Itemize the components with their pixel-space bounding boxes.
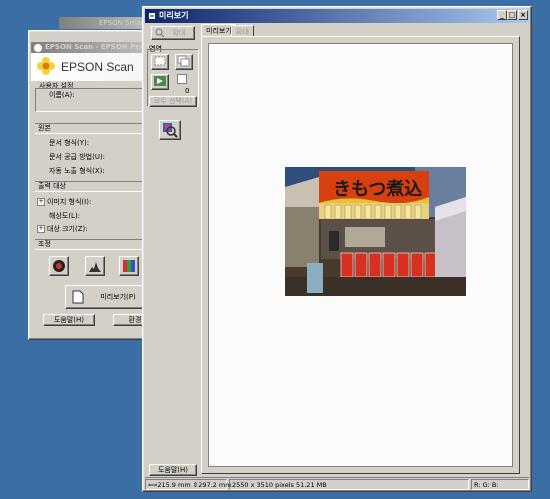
marquee-checkbox[interactable]	[177, 74, 187, 84]
magnifier-icon	[155, 28, 165, 38]
expand-icon[interactable]: +	[37, 198, 45, 206]
preview-window: 미리보기 _ □ × 확대 영역 0 모두 선택(A) 도움말(H) 미리보기	[142, 6, 532, 492]
logo-text: EPSON Scan	[61, 60, 134, 74]
resolution-label: 해상도(L):	[49, 212, 81, 220]
status-dimensions: ⟺215.9 mm ⇕297.2 mm	[145, 479, 232, 490]
image-type-row[interactable]: + 이미지 형식(I):	[37, 197, 91, 207]
expand-icon[interactable]: +	[37, 225, 45, 233]
epson-scan-window: EPSON Smart Pa EPSON Scan - EPSON Perfe …	[28, 17, 158, 340]
preview-help-button[interactable]: 도움말(H)	[149, 464, 197, 476]
marquee-button[interactable]	[151, 54, 169, 70]
select-all-button[interactable]: 모두 선택(A)	[149, 96, 197, 107]
desktop: { "scan_window": { "behind_title": "EPSO…	[0, 0, 550, 499]
status-bar: ⟺215.9 mm ⇕297.2 mm 2550 x 3510 pixels 5…	[145, 477, 529, 491]
histogram-icon	[89, 262, 101, 272]
auto-exposure-label: 자동 노출 형식(X):	[49, 167, 105, 175]
color-wheel-icon	[53, 260, 65, 272]
original-section-header: 원본	[35, 123, 151, 134]
name-label: 이름(A):	[49, 91, 75, 99]
marquee-icon	[154, 56, 166, 66]
auto-locate-button[interactable]	[151, 74, 169, 90]
copy-marquee-icon	[177, 55, 190, 67]
document-icon	[72, 290, 84, 304]
width-icon: ⟺	[148, 481, 158, 489]
app-icon	[34, 44, 42, 52]
histogram-button[interactable]	[85, 256, 105, 276]
scan-window-titlebar[interactable]: EPSON Scan - EPSON Perfe	[31, 42, 155, 53]
color-adjust-button[interactable]	[49, 256, 69, 276]
auto-locate-icon	[154, 76, 166, 86]
image-adjust-button[interactable]	[159, 120, 181, 140]
tone-curve-icon	[123, 260, 135, 272]
epson-logo-banner: EPSON Scan	[31, 53, 157, 81]
preview-titlebar[interactable]: 미리보기 _ □ ×	[145, 9, 529, 23]
color-magnifier-icon	[163, 123, 178, 138]
marquee-count: 0	[185, 87, 190, 95]
maximize-button[interactable]: □	[507, 10, 517, 20]
zoom-button[interactable]: 확대	[151, 26, 195, 40]
doc-type-label: 문서 형식(Y):	[49, 139, 90, 147]
doc-source-label: 문서 공급 방법(U):	[49, 153, 106, 161]
banner-text: きもつ煮込	[333, 178, 422, 200]
target-size-row[interactable]: + 대상 크기(Z):	[37, 224, 88, 234]
close-button[interactable]: ×	[518, 10, 528, 20]
status-pixels: 2550 x 3510 pixels 51.21 MB	[229, 479, 469, 490]
adjust-section-header: 조정	[35, 239, 151, 250]
minimize-button[interactable]: _	[497, 10, 507, 20]
app-icon	[149, 13, 155, 19]
preview-panel: きもつ煮込	[201, 36, 520, 474]
scan-help-button[interactable]: 도움말(H)	[43, 314, 95, 326]
output-section-header: 출력 대상	[35, 181, 151, 192]
tone-correction-button[interactable]	[119, 256, 139, 276]
scanned-photo[interactable]: きもつ煮込	[285, 167, 466, 296]
flower-icon	[37, 57, 55, 75]
preview-canvas[interactable]: きもつ煮込	[208, 43, 513, 467]
status-rgb: R: G: B:	[471, 479, 529, 490]
marquee-copy-button[interactable]	[175, 54, 193, 70]
